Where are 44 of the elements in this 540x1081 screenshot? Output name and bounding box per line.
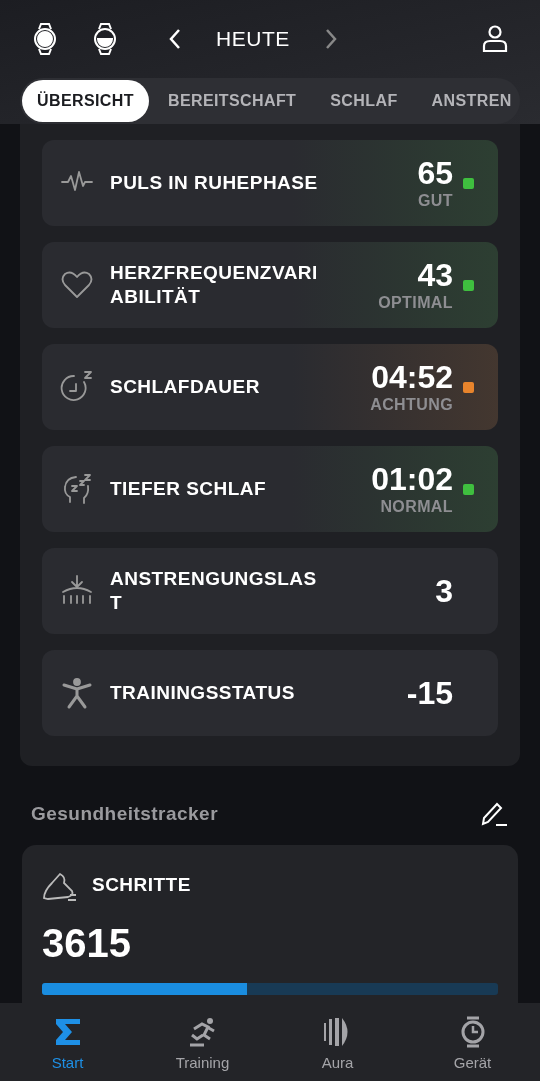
metric-value: 3 <box>435 573 453 609</box>
metric-value: -15 <box>406 675 453 711</box>
metric-status: GUT <box>418 191 453 211</box>
metric-value: 43 <box>417 257 453 293</box>
chevron-right-icon[interactable] <box>323 28 338 50</box>
steps-label: SCHRITTE <box>92 873 191 898</box>
tab[interactable]: ANSTREN <box>416 80 520 122</box>
metric-label: HERZFREQUENZVARIABILITÄT <box>110 261 319 309</box>
tab[interactable]: ÜBERSICHT <box>22 80 149 122</box>
metric-card[interactable]: TRAININGSSTATUS -15 <box>42 650 498 736</box>
metric-label: ANSTRENGUNGSLAST <box>110 567 318 615</box>
shoe-icon <box>42 870 78 901</box>
metric-status: ACHTUNG <box>370 395 453 415</box>
nav-tab[interactable]: Gerät <box>405 1003 540 1081</box>
nav-tab[interactable]: Aura <box>270 1003 405 1081</box>
person-icon <box>60 676 94 710</box>
chevron-left-icon[interactable] <box>168 28 182 50</box>
metric-label: TRAININGSSTATUS <box>110 681 296 705</box>
watch-icon[interactable] <box>92 23 118 55</box>
metric-label: TIEFER SCHLAF <box>110 477 268 501</box>
steps-card[interactable]: SCHRITTE 3615 <box>22 844 518 1004</box>
metric-status: OPTIMAL <box>378 293 453 313</box>
metric-card[interactable]: TIEFER SCHLAF 01:02 NORMAL <box>42 446 498 532</box>
metric-card[interactable]: PULS IN RUHEPHASE 65 GUT <box>42 140 498 226</box>
metric-label: SCHLAFDAUER <box>110 375 261 399</box>
edit-icon[interactable] <box>479 801 509 828</box>
tab[interactable]: SCHLAF <box>315 80 413 122</box>
tab[interactable]: BEREITSCHAFT <box>152 80 312 122</box>
profile-icon[interactable] <box>482 25 508 53</box>
metric-status: NORMAL <box>380 497 453 517</box>
nav-tab[interactable]: Start <box>0 1003 135 1081</box>
metric-value: 01:02 <box>371 461 453 497</box>
watch-icon[interactable] <box>32 23 58 55</box>
nav-tab[interactable]: Training <box>135 1003 270 1081</box>
metric-value: 04:52 <box>371 359 453 395</box>
metric-card[interactable]: HERZFREQUENZVARIABILITÄT 43 OPTIMAL <box>42 242 498 328</box>
metric-label: PULS IN RUHEPHASE <box>110 171 319 195</box>
section-title: Gesundheitstracker <box>31 802 218 826</box>
metric-card[interactable]: ANSTRENGUNGSLAST 3 <box>42 548 498 634</box>
metric-value: 65 <box>417 155 453 191</box>
clock-icon <box>60 370 94 404</box>
date-title: HEUTE <box>216 26 290 53</box>
metric-card[interactable]: SCHLAFDAUER 04:52 ACHTUNG <box>42 344 498 430</box>
steps-value: 3615 <box>42 922 132 963</box>
